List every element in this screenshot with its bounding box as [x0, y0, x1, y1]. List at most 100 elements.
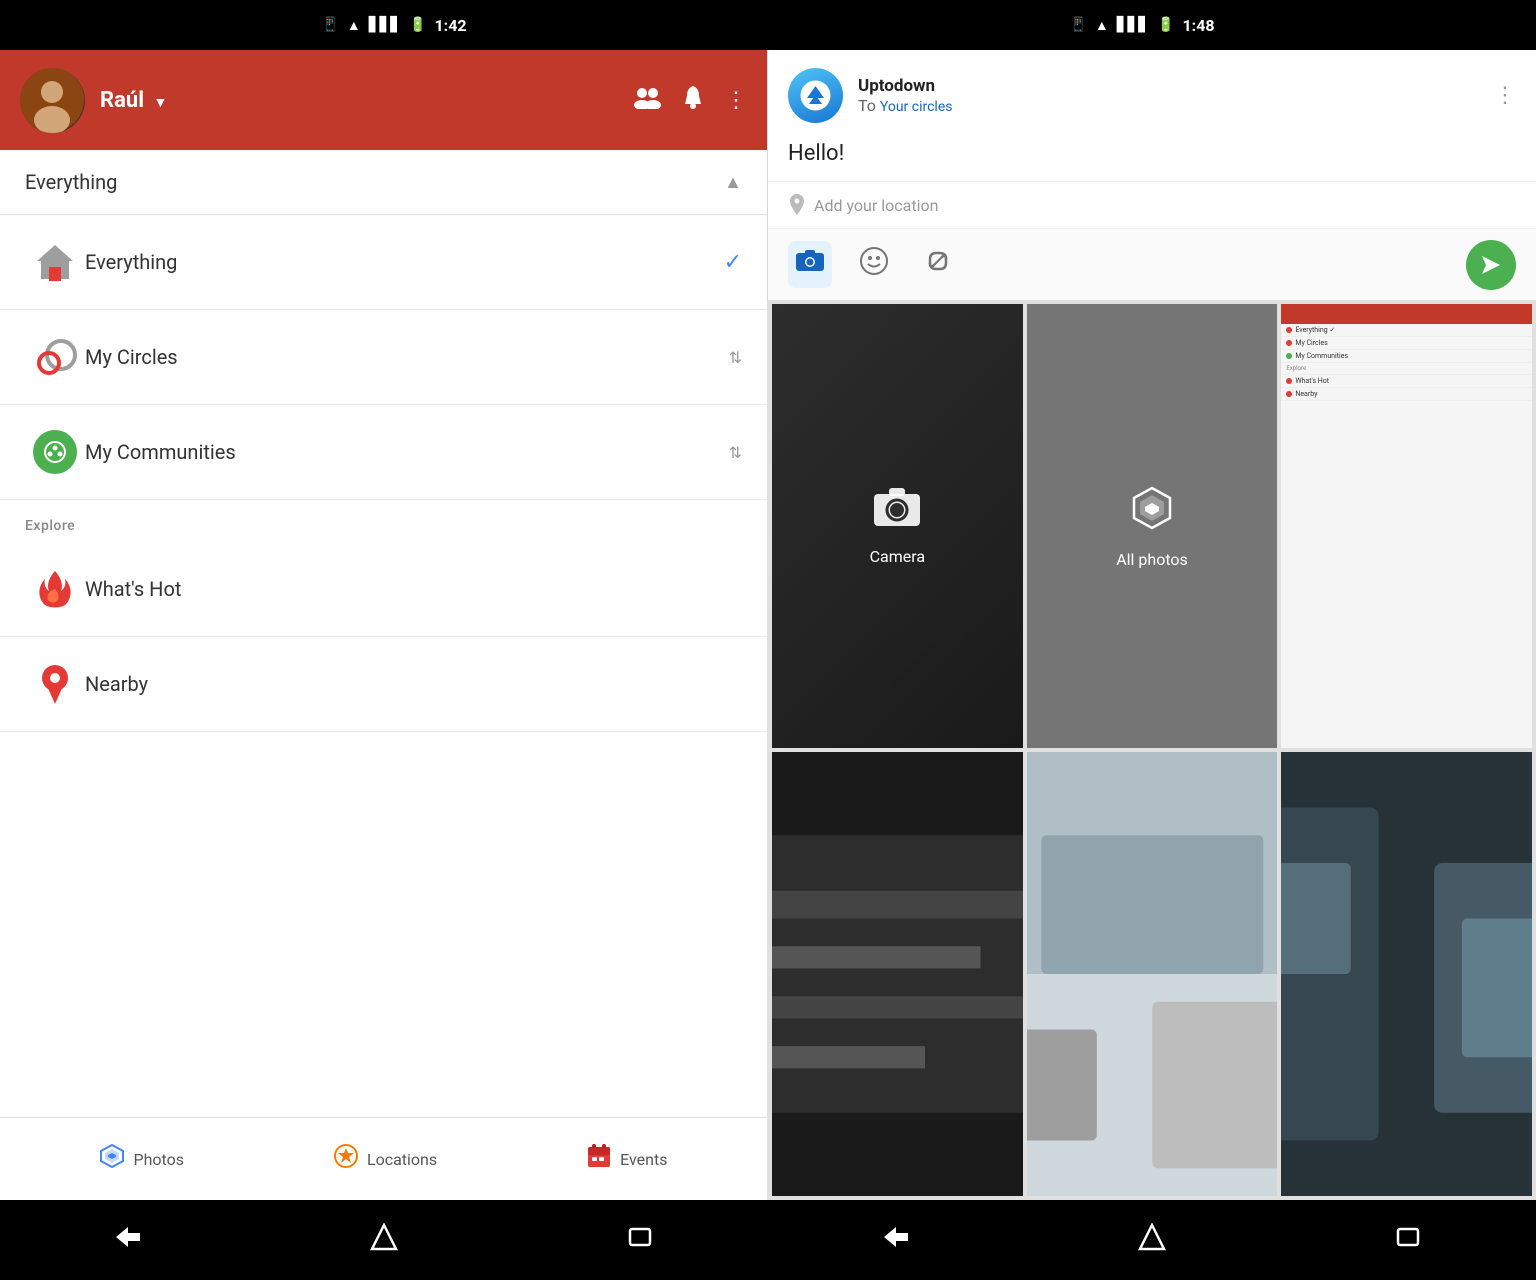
emoji-action-icon[interactable] — [852, 239, 896, 290]
nav-item-everything[interactable]: Everything ✓ — [0, 215, 767, 310]
battery-icon: 🔋 — [409, 17, 426, 33]
post-meta: Uptodown To Your circles — [858, 76, 1479, 115]
sys-nav-left — [0, 1213, 768, 1267]
left-time: 1:42 — [435, 16, 467, 35]
screenshot-content: Everything ✓ My Circles My Communities E… — [1281, 304, 1532, 748]
bottom-nav-locations[interactable]: Locations — [323, 1138, 447, 1180]
nav-item-nearby[interactable]: Nearby — [0, 637, 767, 732]
status-bar-right: 📱 ▲ ▋▋▋ 🔋 1:48 — [768, 16, 1516, 35]
post-card: Uptodown To Your circles ⋮ Hello! Add yo… — [768, 50, 1536, 300]
notification-icon[interactable] — [681, 84, 705, 116]
left-panel: Raúl ▼ ⋮ — [0, 50, 768, 1200]
wifi-icon-r: ▲ — [1095, 17, 1109, 34]
photos-icon — [99, 1143, 125, 1175]
sc-dot-2 — [1286, 340, 1292, 346]
locations-label: Locations — [367, 1150, 437, 1169]
nav-item-my-communities[interactable]: My Communities ⇅ — [0, 405, 767, 500]
fire-icon — [25, 564, 85, 614]
phone-icon-r: 📱 — [1069, 17, 1086, 33]
post-actions — [768, 228, 1536, 300]
photo-grid: Camera All photos — [768, 300, 1536, 1200]
sc-item-1: Everything ✓ — [1281, 324, 1532, 337]
all-photos-label: All photos — [1116, 550, 1188, 569]
photo-bottom-left[interactable] — [772, 752, 1023, 1196]
nav-item-whats-hot[interactable]: What's Hot — [0, 542, 767, 637]
check-icon: ✓ — [724, 250, 742, 275]
photo-bottom-mid[interactable] — [1027, 752, 1278, 1196]
camera-tile-icon — [872, 486, 922, 539]
right-panel: Uptodown To Your circles ⋮ Hello! Add yo… — [768, 50, 1536, 1200]
back-button-right[interactable] — [872, 1215, 920, 1265]
nearby-label: Nearby — [85, 672, 742, 696]
sc-dot-3 — [1286, 353, 1292, 359]
status-icons-left: 📱 ▲ ▋▋▋ 🔋 1:42 — [321, 16, 466, 35]
sc-item-5: Nearby — [1281, 388, 1532, 401]
post-location[interactable]: Add your location — [768, 181, 1536, 228]
signal-icon: ▋▋▋ — [369, 17, 401, 33]
photo-bottom-right[interactable] — [1281, 752, 1532, 1196]
dropdown-arrow-icon: ▼ — [153, 95, 167, 111]
all-photos-inner: All photos — [1116, 483, 1188, 569]
phone-icon: 📱 — [321, 17, 338, 33]
avatar[interactable] — [20, 68, 85, 133]
add-location-text: Add your location — [814, 196, 938, 215]
section-title: Everything — [25, 170, 117, 194]
sc-dot-4 — [1286, 378, 1292, 384]
user-name[interactable]: Raúl ▼ — [100, 88, 618, 113]
post-circle-text[interactable]: Your circles — [880, 99, 953, 115]
camera-tile[interactable]: Camera — [772, 304, 1023, 748]
sc-dot-5 — [1286, 391, 1292, 397]
sc-item-4: What's Hot — [1281, 375, 1532, 388]
signal-icon-r: ▋▋▋ — [1117, 17, 1149, 33]
post-more-icon[interactable]: ⋮ — [1494, 83, 1516, 108]
bottom-nav-events[interactable]: Events — [576, 1138, 677, 1180]
nav-item-my-circles[interactable]: My Circles ⇅ — [0, 310, 767, 405]
wifi-icon: ▲ — [347, 17, 361, 34]
bottom-nav: Photos Locations — [0, 1117, 767, 1200]
camera-tile-label: Camera — [870, 547, 925, 566]
post-avatar — [788, 68, 843, 123]
link-action-icon[interactable] — [916, 239, 960, 290]
everything-label: Everything — [85, 250, 724, 274]
bottom-nav-photos[interactable]: Photos — [89, 1138, 194, 1180]
post-to-circle: To Your circles — [858, 96, 1479, 115]
main-content: Raúl ▼ ⋮ — [0, 50, 1536, 1200]
more-menu-icon[interactable]: ⋮ — [725, 88, 747, 113]
post-content: Hello! — [768, 141, 1536, 181]
home-icon — [25, 237, 85, 287]
sc-item-3: My Communities — [1281, 350, 1532, 363]
my-communities-label: My Communities — [85, 440, 729, 464]
sc-header — [1281, 304, 1532, 324]
whats-hot-label: What's Hot — [85, 577, 742, 601]
everything-section-header[interactable]: Everything ▲ — [0, 150, 767, 215]
post-header: Uptodown To Your circles ⋮ — [768, 50, 1536, 141]
app-header: Raúl ▼ ⋮ — [0, 50, 767, 150]
sc-item-2: My Circles — [1281, 337, 1532, 350]
all-photos-tile[interactable]: All photos — [1027, 304, 1278, 748]
screenshot-tile[interactable]: Everything ✓ My Circles My Communities E… — [1281, 304, 1532, 748]
photos-label: Photos — [133, 1150, 184, 1169]
status-icons-right: 📱 ▲ ▋▋▋ 🔋 1:48 — [1069, 16, 1214, 35]
sys-nav-right — [768, 1213, 1536, 1267]
camera-tile-inner: Camera — [870, 486, 925, 566]
post-author-name: Uptodown — [858, 76, 1479, 96]
people-icon[interactable] — [633, 85, 661, 115]
collapse-icon: ▲ — [724, 172, 742, 193]
camera-action-icon[interactable] — [788, 241, 832, 288]
location-star-icon — [333, 1143, 359, 1175]
status-bar-left: 📱 ▲ ▋▋▋ 🔋 1:42 — [20, 16, 768, 35]
circles-icon — [25, 332, 85, 382]
expand-icon-circles: ⇅ — [729, 348, 742, 367]
send-button[interactable] — [1466, 240, 1516, 290]
home-button-left[interactable] — [360, 1213, 408, 1267]
recent-button-right[interactable] — [1384, 1215, 1432, 1265]
battery-icon-r: 🔋 — [1157, 17, 1174, 33]
home-button-right[interactable] — [1128, 1213, 1176, 1267]
header-icons: ⋮ — [633, 84, 747, 116]
calendar-icon — [586, 1143, 612, 1175]
all-photos-icon — [1127, 483, 1177, 542]
recent-button-left[interactable] — [616, 1215, 664, 1265]
events-label: Events — [620, 1150, 667, 1169]
sc-dot-1 — [1286, 327, 1292, 333]
back-button-left[interactable] — [104, 1215, 152, 1265]
